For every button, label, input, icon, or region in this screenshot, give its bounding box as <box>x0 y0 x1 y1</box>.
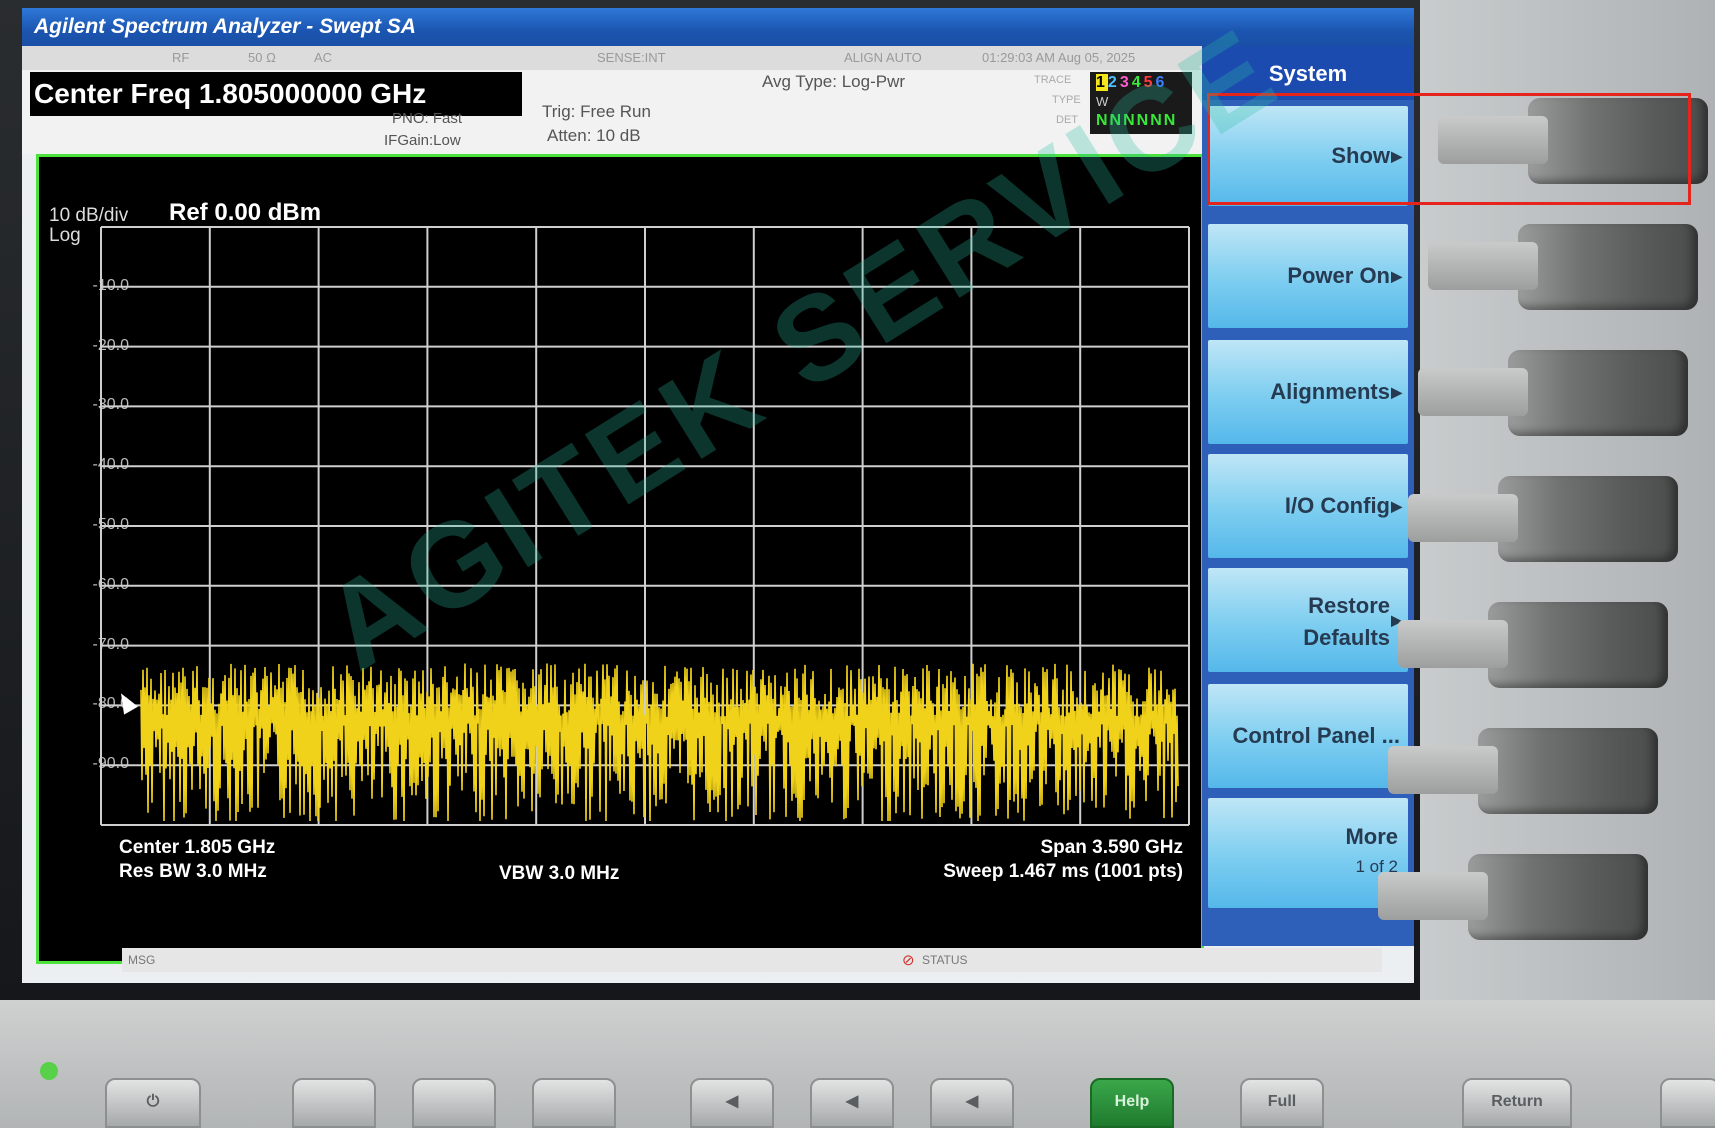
softkey-restore-defaults[interactable]: Restore Defaults ▶ <box>1208 568 1408 672</box>
hw-softkey-5[interactable] <box>1398 602 1668 688</box>
front-key-right[interactable] <box>1660 1078 1715 1128</box>
trace-1-line <box>140 663 1179 822</box>
softkey-io-config-label: I/O Config <box>1284 493 1390 518</box>
volume-down-key[interactable]: ◀ <box>690 1078 774 1128</box>
avg-type-setting: Avg Type: Log-Pwr <box>762 72 906 91</box>
pno-setting: PNO: Fast <box>392 110 463 127</box>
softkey-power-on[interactable]: Power On ▶ <box>1208 224 1408 328</box>
softkey-control-panel[interactable]: Control Panel ... <box>1208 684 1408 788</box>
message-bar: MSG ⊘ STATUS <box>122 948 1382 972</box>
power-button[interactable]: ⏻ <box>105 1078 201 1128</box>
hw-softkey-4[interactable] <box>1408 476 1678 562</box>
return-key-label: Return <box>1491 1093 1543 1110</box>
status-icon: ⊘ <box>902 952 915 969</box>
ifgain-setting: IFGain:Low <box>384 132 461 149</box>
sense-indicator: SENSE:INT <box>597 50 666 65</box>
full-key-label: Full <box>1267 1093 1297 1110</box>
volume-up-key[interactable]: ◀ <box>930 1078 1014 1128</box>
speaker-icon: ◀ <box>725 1093 739 1110</box>
coupling-indicator: AC <box>314 50 333 65</box>
front-panel-bottom: ⏻ ◀ ◀ ◀ Help Full Return <box>0 1000 1715 1128</box>
hw-softkey-3[interactable] <box>1418 350 1688 436</box>
align-indicator: ALIGN AUTO <box>844 50 922 65</box>
status-label: STATUS <box>922 953 968 967</box>
center-freq-label: Center 1.805 GHz <box>119 837 276 858</box>
softkey-more-label: More <box>1345 824 1398 849</box>
power-led <box>40 1062 58 1080</box>
volume-key[interactable]: ◀ <box>810 1078 894 1128</box>
full-screen-key[interactable]: Full <box>1240 1078 1324 1128</box>
speaker-icon: ◀ <box>845 1093 859 1110</box>
power-icon: ⏻ <box>146 1093 160 1110</box>
sweep-label: Sweep 1.467 ms (1001 pts) <box>943 861 1183 882</box>
help-key-label: Help <box>1114 1093 1150 1110</box>
datetime: 01:29:03 AM Aug 05, 2025 <box>982 50 1136 65</box>
front-key-1[interactable] <box>292 1078 376 1128</box>
hw-softkey-6[interactable] <box>1388 728 1658 814</box>
photo-background: Agilent Spectrum Analyzer - Swept SA RF … <box>0 0 1715 1128</box>
res-bw-label: Res BW 3.0 MHz <box>119 861 267 882</box>
softkey-restore-label-1: Restore <box>1308 593 1390 618</box>
submenu-arrow-icon: ▶ <box>1391 384 1402 400</box>
softkey-power-on-label: Power On <box>1287 263 1390 288</box>
trace-label: TRACE <box>1034 74 1072 86</box>
help-key[interactable]: Help <box>1090 1078 1174 1128</box>
submenu-arrow-icon: ▶ <box>1391 498 1402 514</box>
softkey-alignments-label: Alignments <box>1270 379 1390 404</box>
span-label: Span 3.590 GHz <box>1040 837 1183 858</box>
trigger-setting: Trig: Free Run <box>542 102 651 121</box>
softkey-more-page: 1 of 2 <box>1355 857 1398 876</box>
status-row: RF 50 Ω AC SENSE:INT ALIGN AUTO 01:29:03… <box>22 46 1202 70</box>
softkey-restore-label-2: Defaults <box>1303 625 1390 650</box>
msg-label: MSG <box>128 953 156 967</box>
atten-setting: Atten: 10 dB <box>547 126 641 145</box>
softkey-control-panel-label: Control Panel ... <box>1232 723 1400 748</box>
softkey-alignments[interactable]: Alignments ▶ <box>1208 340 1408 444</box>
return-key[interactable]: Return <box>1462 1078 1572 1128</box>
hw-softkey-7[interactable] <box>1378 854 1648 940</box>
front-key-2[interactable] <box>412 1078 496 1128</box>
hw-softkey-2[interactable] <box>1428 224 1698 310</box>
submenu-arrow-icon: ▶ <box>1391 268 1402 284</box>
vbw-label: VBW 3.0 MHz <box>499 863 620 884</box>
front-key-3[interactable] <box>532 1078 616 1128</box>
softkey-io-config[interactable]: I/O Config ▶ <box>1208 454 1408 558</box>
speaker-icon: ◀ <box>965 1093 979 1110</box>
impedance-indicator: 50 Ω <box>248 50 276 65</box>
rf-indicator: RF <box>172 50 190 65</box>
